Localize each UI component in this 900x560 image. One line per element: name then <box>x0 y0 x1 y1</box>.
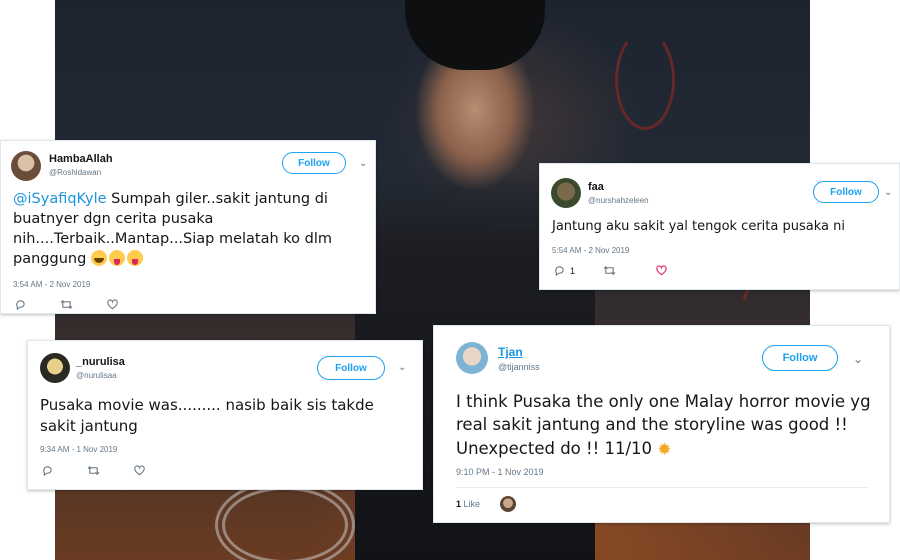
tweet-author-name[interactable]: faa <box>588 181 604 193</box>
avatar[interactable] <box>551 178 581 208</box>
chevron-down-icon[interactable]: ⌄ <box>853 353 863 365</box>
follow-button[interactable]: Follow <box>762 345 838 371</box>
like-icon <box>134 465 145 476</box>
avatar[interactable] <box>456 342 488 374</box>
reply-button[interactable]: 1 <box>554 265 575 276</box>
tweet-author-name[interactable]: _nurulisa <box>76 356 125 368</box>
tweet-author-handle[interactable]: @nurulisaa <box>76 371 117 380</box>
like-icon <box>107 299 118 310</box>
tweet-card-hambaallah[interactable]: HambaAllah @Roshidawan Follow ⌄ @iSyafiq… <box>0 140 376 314</box>
tweet-author-handle[interactable]: @tijanniss <box>498 362 540 372</box>
tweet-card-faa[interactable]: faa @nurshahzeleen Follow ⌄ Jantung aku … <box>539 163 900 290</box>
tweet-text: Jantung aku sakit yal tengok cerita pusa… <box>552 219 845 234</box>
reply-count: 1 <box>570 265 576 276</box>
likes-summary[interactable]: 1 Like <box>456 499 480 509</box>
follow-button[interactable]: Follow <box>282 152 346 174</box>
poster-pendant <box>215 480 355 560</box>
tongue-emoji <box>108 250 125 266</box>
tweet-timestamp[interactable]: 9:34 AM - 1 Nov 2019 <box>40 445 117 454</box>
chevron-down-icon[interactable]: ⌄ <box>398 363 406 373</box>
liker-avatar[interactable] <box>500 496 516 512</box>
tweet-author-handle[interactable]: @nurshahzeleen <box>588 196 649 205</box>
tweet-author-handle[interactable]: @Roshidawan <box>49 168 101 177</box>
retweet-icon <box>60 300 73 309</box>
tweet-text: @iSyafiqKyle Sumpah giler..sakit jantung… <box>13 189 363 269</box>
chevron-down-icon[interactable]: ⌄ <box>884 188 892 198</box>
tweet-card-nurulisa[interactable]: _nurulisa @nurulisaa Follow ⌄ Pusaka mov… <box>27 340 423 490</box>
reply-icon <box>555 266 564 276</box>
retweet-button[interactable] <box>60 299 73 310</box>
reply-icon <box>16 300 25 310</box>
likes-count: 1 <box>456 499 462 509</box>
retweet-button[interactable] <box>603 265 616 276</box>
tweet-author-name[interactable]: HambaAllah <box>49 153 113 165</box>
mention-link[interactable]: @iSyafiqKyle <box>13 191 107 207</box>
follow-button[interactable]: Follow <box>813 181 879 203</box>
retweet-button[interactable] <box>87 465 100 476</box>
retweet-icon <box>87 466 100 475</box>
likes-label: Like <box>463 499 481 509</box>
follow-button[interactable]: Follow <box>317 356 385 380</box>
reply-button[interactable] <box>42 465 53 476</box>
likes-divider <box>456 487 869 488</box>
retweet-icon <box>603 266 616 275</box>
like-button[interactable] <box>656 265 667 276</box>
tweet-timestamp[interactable]: 9:10 PM - 1 Nov 2019 <box>456 467 544 477</box>
tears-of-joy-emoji <box>90 250 107 266</box>
like-button[interactable] <box>134 465 145 476</box>
tweet-text: I think Pusaka the only one Malay horror… <box>456 390 876 462</box>
like-button[interactable] <box>107 299 118 310</box>
tongue-emoji <box>126 250 143 266</box>
avatar[interactable] <box>11 151 41 181</box>
avatar[interactable] <box>40 353 70 383</box>
poster-red-symbol <box>615 30 675 130</box>
tweet-text: Pusaka movie was......... nasib baik sis… <box>40 396 374 435</box>
tweet-actions <box>15 299 152 310</box>
chevron-down-icon[interactable]: ⌄ <box>359 159 367 169</box>
tweet-card-tjan[interactable]: Tjan @tijanniss Follow ⌄ I think Pusaka … <box>433 325 890 523</box>
tweet-author-name[interactable]: Tjan <box>498 345 523 359</box>
tweet-timestamp[interactable]: 5:54 AM - 2 Nov 2019 <box>552 246 629 255</box>
like-icon <box>656 265 667 276</box>
reply-icon <box>43 466 52 476</box>
tweet-actions: 1 <box>554 265 701 276</box>
glowing-star-emoji: ✹ <box>657 439 672 460</box>
tweet-actions <box>42 465 179 476</box>
reply-button[interactable] <box>15 299 26 310</box>
tweet-timestamp[interactable]: 3:54 AM - 2 Nov 2019 <box>13 280 90 289</box>
